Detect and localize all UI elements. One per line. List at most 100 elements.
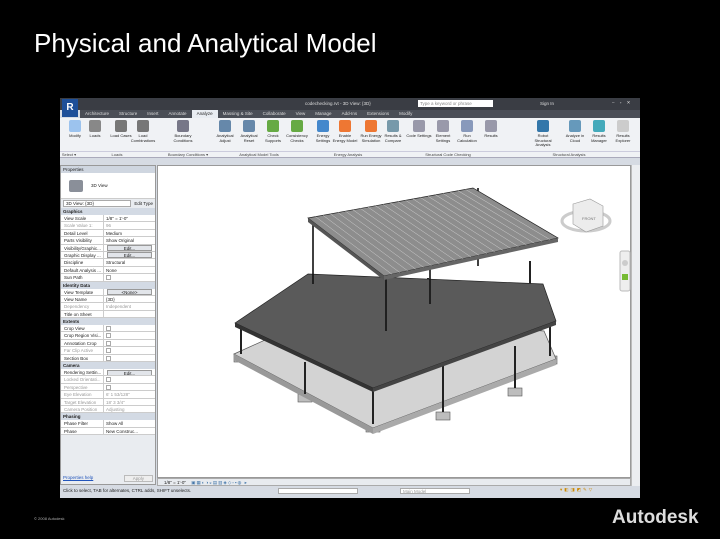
view-selector[interactable]: 3D View: {3D} [63,200,132,207]
tool-check-supports[interactable]: Check Supports [260,120,286,143]
property-value[interactable]: <None> [104,289,155,295]
view-scale[interactable]: 1/8" = 1'-0" [164,480,186,485]
edit-button[interactable]: Edit... [107,245,152,251]
apply-button[interactable]: Apply [123,475,153,482]
tab-collaborate[interactable]: Collaborate [258,110,291,118]
property-value[interactable] [104,332,155,339]
property-value[interactable] [104,325,155,332]
property-value[interactable] [104,340,155,346]
tool-enable-energy-model[interactable]: Enable Energy Model [332,120,358,143]
tab-view[interactable]: View [291,110,311,118]
tool-robot-structural-analysis[interactable]: Robot Structural Analysis [530,120,556,148]
property-value[interactable]: {3D} [104,296,155,302]
property-value[interactable]: Edit... [104,245,155,251]
checkbox[interactable] [106,355,111,361]
edit-type-button[interactable]: Edit Type [134,201,153,206]
property-value[interactable] [104,355,155,361]
property-name: Dependency [61,303,104,310]
property-value[interactable]: Edit... [104,369,155,376]
group-camera[interactable]: Camera [61,362,155,370]
property-value[interactable]: 6' 1 53/128" [104,391,155,397]
workset-selector[interactable] [278,488,358,494]
property-value[interactable]: Show Original [104,237,155,243]
view-control-icons[interactable]: ▣▦◐◑◒▤▥◈◇▫▪◍ ▸ [191,480,248,485]
tool-label: Loads [89,133,101,138]
view-cube[interactable]: FRONT [560,198,612,233]
checkbox[interactable] [106,384,111,390]
ribbon-tabs: Architecture Structure Insert Annotate Analy… [80,110,640,118]
consistency-checks-icon [291,120,303,132]
tool-load-combinations[interactable]: Load Combinations [130,120,156,143]
application-menu-button[interactable]: R [62,99,78,117]
checkbox[interactable] [106,348,111,354]
tab-insert[interactable]: Insert [142,110,163,118]
design-option-selector[interactable]: Main Model [400,488,470,494]
tool-boundary-conditions[interactable]: Boundary Conditions [170,120,196,143]
window-controls[interactable]: – ▫ ✕ [612,100,632,106]
checkbox[interactable] [106,377,111,383]
zoom-icon [622,274,628,280]
checkbox[interactable] [106,333,111,339]
3d-viewport[interactable]: FRONT [157,165,631,478]
checkbox[interactable] [106,275,111,281]
property-value[interactable]: New Construc... [104,428,155,434]
tool-results-compare[interactable]: Results & Compare [380,120,406,143]
view-control-bar: 1/8" = 1'-0" ▣▦◐◑◒▤▥◈◇▫▪◍ ▸ [157,478,631,486]
navigation-bar[interactable] [619,250,631,292]
tool-loads[interactable]: Loads [82,120,108,139]
property-value[interactable] [104,384,155,390]
property-value[interactable]: Show All [104,420,155,426]
property-value[interactable] [104,311,155,317]
tool-results-manager[interactable]: Results Manager [586,120,612,143]
property-value[interactable]: None [104,267,155,273]
property-row: Perspective [61,383,155,392]
group-graphics[interactable]: Graphics [61,208,155,215]
tool-run-calculation[interactable]: Run Calculation [454,120,480,143]
property-value[interactable]: 1/8" = 1'-0" [104,215,155,221]
tool-code-settings[interactable]: Code Settings [406,120,432,139]
property-value[interactable] [104,274,155,281]
group-extents[interactable]: Extents [61,318,155,326]
tab-add-ins[interactable]: Add-Ins [337,110,363,118]
group-identity-data[interactable]: Identity Data [61,281,155,289]
tool-analytical-adjust[interactable]: Analytical Adjust [212,120,238,143]
tool-consistency-checks[interactable]: Consistency Checks [284,120,310,143]
tab-massing-site[interactable]: Massing & Site [218,110,258,118]
edit-button[interactable]: Edit... [107,252,152,259]
properties-help-link[interactable]: Properties help [63,475,93,482]
sign-in-button[interactable]: Sign In [540,101,554,106]
edit-button[interactable]: Edit... [107,369,152,376]
tool-analyze-in-cloud[interactable]: Analyze in Cloud [562,120,588,143]
property-value[interactable]: Independent [104,303,155,309]
tab-structure[interactable]: Structure [114,110,142,118]
property-value[interactable]: 96 [104,222,155,228]
property-value[interactable] [104,376,155,383]
vertical-scrollbar[interactable] [631,165,640,486]
property-row: View Name {3D} [61,295,155,304]
tab-manage[interactable]: Manage [310,110,336,118]
property-value[interactable] [104,347,155,354]
tool-label: Results Manager [591,133,607,143]
tab-extensions[interactable]: Extensions [362,110,394,118]
tool-element-settings[interactable]: Element Settings [430,120,456,143]
property-value[interactable]: 18' 3 3/4" [104,399,155,405]
tab-annotate[interactable]: Annotate [164,110,192,118]
tab-architecture[interactable]: Architecture [80,110,114,118]
tool-label: Consistency Checks [286,133,308,143]
edit-button[interactable]: <None> [107,289,152,295]
property-value[interactable]: Adjusting [104,406,155,412]
property-value[interactable]: Medium [104,230,155,236]
tab-modify[interactable]: Modify [394,110,417,118]
checkbox[interactable] [106,340,111,346]
tool-results[interactable]: Results [478,120,504,139]
tool-label: Element Settings [435,133,451,143]
search-input[interactable]: Type a keyword or phrase [418,100,493,107]
property-value[interactable]: Structural [104,259,155,265]
group-phasing[interactable]: Phasing [61,413,155,421]
tool-analytical-reset[interactable]: Analytical Reset [236,120,262,143]
tool-results-explorer[interactable]: Results Explorer [610,120,636,143]
selection-filter-icons[interactable]: ▾◧◨◩✎▽ [560,487,594,493]
property-value[interactable]: Edit... [104,252,155,259]
checkbox[interactable] [106,326,111,332]
tab-analyze[interactable]: Analyze [191,110,218,118]
